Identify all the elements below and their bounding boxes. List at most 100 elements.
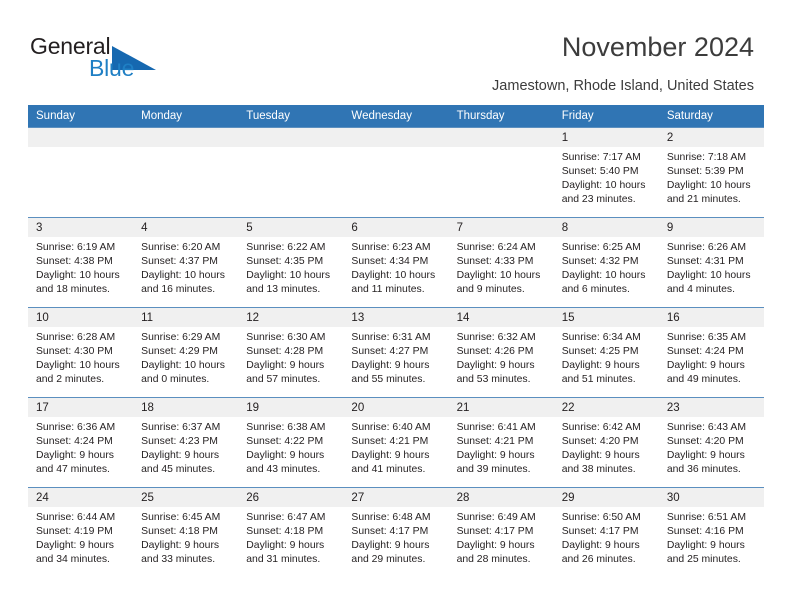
daylight-duration-line2: and 2 minutes. — [36, 374, 105, 386]
calendar-day-cell[interactable]: 8 Sunrise: 6:25 AM Sunset: 4:32 PM Daylight… — [553, 217, 659, 308]
calendar-day-cell[interactable]: 11 Sunrise: 6:29 AM Sunset: 4:29 PM Dayligh… — [133, 307, 239, 398]
sunset-time: Sunset: 4:25 PM — [561, 346, 639, 358]
daylight-duration-line1: Daylight: 10 hours — [666, 270, 751, 282]
calendar-day-cell[interactable]: 13 Sunrise: 6:31 AM Sunset: 4:27 PM Dayligh… — [343, 307, 449, 398]
calendar-day-cell[interactable]: 3 Sunrise: 6:19 AM Sunset: 4:38 PM Daylight… — [28, 217, 134, 308]
sunrise-time: Sunrise: 6:30 AM — [246, 332, 326, 343]
sunrise-time: Sunrise: 6:25 AM — [561, 242, 641, 253]
calendar-day-cell[interactable]: 15 Sunrise: 6:34 AM Sunset: 4:25 PM Dayligh… — [553, 307, 659, 398]
day-sun-info: Sunrise: 6:19 AM Sunset: 4:38 PM Daylight:… — [28, 237, 133, 297]
weekday-header-friday: Friday — [553, 105, 659, 128]
daylight-duration-line2: and 11 minutes. — [351, 284, 425, 296]
day-sun-info: Sunrise: 6:34 AM Sunset: 4:25 PM Daylight:… — [554, 327, 659, 387]
calendar-day-cell[interactable]: 9 Sunrise: 6:26 AM Sunset: 4:31 PM Daylight… — [658, 217, 764, 308]
day-number: 8 — [553, 218, 659, 237]
daylight-duration-line2: and 25 minutes. — [666, 554, 741, 566]
calendar-day-cell[interactable]: 6 Sunrise: 6:23 AM Sunset: 4:34 PM Daylight… — [343, 217, 449, 308]
calendar-body: 1 Sunrise: 7:17 AM Sunset: 5:40 PM Daylight… — [28, 127, 764, 578]
calendar-day-cell[interactable]: 12 Sunrise: 6:30 AM Sunset: 4:28 PM Dayligh… — [238, 307, 344, 398]
calendar-day-cell[interactable]: 23 Sunrise: 6:43 AM Sunset: 4:20 PM Dayligh… — [658, 397, 764, 488]
day-number: 5 — [238, 218, 344, 237]
sunset-time: Sunset: 4:22 PM — [246, 436, 324, 448]
sunset-time: Sunset: 4:21 PM — [351, 436, 429, 448]
day-sun-info: Sunrise: 6:40 AM Sunset: 4:21 PM Daylight:… — [343, 417, 448, 477]
daylight-duration-line1: Daylight: 10 hours — [246, 270, 331, 282]
day-number: 26 — [238, 488, 344, 507]
daylight-duration-line2: and 4 minutes. — [666, 284, 736, 296]
calendar-day-cell[interactable]: 28 Sunrise: 6:49 AM Sunset: 4:17 PM Dayligh… — [448, 487, 554, 578]
daylight-duration-line2: and 38 minutes. — [561, 464, 636, 476]
calendar-day-cell[interactable]: 26 Sunrise: 6:47 AM Sunset: 4:18 PM Dayligh… — [238, 487, 344, 578]
sunrise-time: Sunrise: 6:20 AM — [141, 242, 221, 253]
daylight-duration-line2: and 23 minutes. — [561, 194, 636, 206]
calendar-cell-empty — [238, 127, 344, 218]
calendar-day-cell[interactable]: 25 Sunrise: 6:45 AM Sunset: 4:18 PM Dayligh… — [133, 487, 239, 578]
calendar-day-cell[interactable]: 17 Sunrise: 6:36 AM Sunset: 4:24 PM Dayligh… — [28, 397, 134, 488]
sunset-time: Sunset: 4:28 PM — [246, 346, 324, 358]
daylight-duration-line1: Daylight: 9 hours — [456, 450, 535, 462]
calendar-day-cell[interactable]: 5 Sunrise: 6:22 AM Sunset: 4:35 PM Daylight… — [238, 217, 344, 308]
daylight-duration-line2: and 55 minutes. — [351, 374, 426, 386]
sunrise-time: Sunrise: 7:17 AM — [561, 152, 641, 163]
calendar-day-cell[interactable]: 21 Sunrise: 6:41 AM Sunset: 4:21 PM Dayligh… — [448, 397, 554, 488]
daylight-duration-line1: Daylight: 9 hours — [246, 540, 325, 552]
day-number: 9 — [658, 218, 764, 237]
calendar-day-cell[interactable]: 27 Sunrise: 6:48 AM Sunset: 4:17 PM Dayligh… — [343, 487, 449, 578]
day-number: 18 — [133, 398, 239, 417]
sunset-time: Sunset: 4:30 PM — [36, 346, 113, 358]
calendar-day-cell[interactable]: 20 Sunrise: 6:40 AM Sunset: 4:21 PM Dayligh… — [343, 397, 449, 488]
calendar-cell-empty — [343, 127, 449, 218]
calendar-day-cell[interactable]: 2 Sunrise: 7:18 AM Sunset: 5:39 PM Daylight… — [658, 127, 764, 218]
daylight-duration-line2: and 31 minutes. — [246, 554, 321, 566]
daylight-duration-line2: and 57 minutes. — [246, 374, 321, 386]
sunset-time: Sunset: 4:20 PM — [666, 436, 744, 448]
calendar-day-cell[interactable]: 30 Sunrise: 6:51 AM Sunset: 4:16 PM Dayligh… — [658, 487, 764, 578]
sunset-time: Sunset: 4:18 PM — [246, 526, 324, 538]
day-number: 20 — [343, 398, 449, 417]
daylight-duration-line1: Daylight: 9 hours — [141, 540, 220, 552]
daylight-duration-line2: and 41 minutes. — [351, 464, 426, 476]
calendar-day-cell[interactable]: 18 Sunrise: 6:37 AM Sunset: 4:23 PM Dayligh… — [133, 397, 239, 488]
calendar-cell-empty — [133, 127, 239, 218]
weekday-header-wednesday: Wednesday — [343, 105, 449, 128]
sunset-time: Sunset: 4:31 PM — [666, 256, 744, 268]
calendar-day-cell[interactable]: 19 Sunrise: 6:38 AM Sunset: 4:22 PM Dayligh… — [238, 397, 344, 488]
calendar-day-cell[interactable]: 29 Sunrise: 6:50 AM Sunset: 4:17 PM Dayligh… — [553, 487, 659, 578]
sunrise-time: Sunrise: 6:43 AM — [666, 422, 746, 433]
day-number: 15 — [553, 308, 659, 327]
sunset-time: Sunset: 4:29 PM — [141, 346, 218, 358]
daylight-duration-line1: Daylight: 9 hours — [666, 540, 745, 552]
daylight-duration-line1: Daylight: 10 hours — [351, 270, 436, 282]
day-number: 29 — [553, 488, 659, 507]
brand-logo[interactable]: General Blue — [30, 33, 250, 85]
daylight-duration-line2: and 47 minutes. — [36, 464, 110, 476]
calendar-day-cell[interactable]: 7 Sunrise: 6:24 AM Sunset: 4:33 PM Daylight… — [448, 217, 554, 308]
calendar-day-cell[interactable]: 16 Sunrise: 6:35 AM Sunset: 4:24 PM Dayligh… — [658, 307, 764, 398]
day-sun-info: Sunrise: 6:44 AM Sunset: 4:19 PM Daylight:… — [28, 507, 133, 567]
day-sun-info: Sunrise: 6:37 AM Sunset: 4:23 PM Daylight:… — [133, 417, 238, 477]
day-number: 11 — [133, 308, 239, 327]
weekday-header-row: Sunday Monday Tuesday Wednesday Thursday… — [28, 105, 764, 128]
sunset-time: Sunset: 4:26 PM — [456, 346, 534, 358]
day-sun-info: Sunrise: 6:47 AM Sunset: 4:18 PM Daylight:… — [238, 507, 343, 567]
sunset-time: Sunset: 4:35 PM — [246, 256, 324, 268]
calendar-day-cell[interactable]: 24 Sunrise: 6:44 AM Sunset: 4:19 PM Dayligh… — [28, 487, 134, 578]
sunrise-time: Sunrise: 6:49 AM — [456, 512, 536, 523]
day-number: 12 — [238, 308, 344, 327]
daylight-duration-line2: and 13 minutes. — [246, 284, 321, 296]
calendar-day-cell[interactable]: 1 Sunrise: 7:17 AM Sunset: 5:40 PM Daylight… — [553, 127, 659, 218]
daylight-duration-line1: Daylight: 9 hours — [456, 360, 535, 372]
day-sun-info: Sunrise: 6:35 AM Sunset: 4:24 PM Daylight:… — [659, 327, 764, 387]
day-sun-info: Sunrise: 6:51 AM Sunset: 4:16 PM Daylight:… — [659, 507, 764, 567]
day-sun-info: Sunrise: 7:18 AM Sunset: 5:39 PM Daylight:… — [659, 147, 764, 207]
calendar-day-cell[interactable]: 4 Sunrise: 6:20 AM Sunset: 4:37 PM Daylight… — [133, 217, 239, 308]
calendar-day-cell[interactable]: 10 Sunrise: 6:28 AM Sunset: 4:30 PM Dayligh… — [28, 307, 134, 398]
daylight-duration-line1: Daylight: 10 hours — [456, 270, 541, 282]
calendar-day-cell[interactable]: 14 Sunrise: 6:32 AM Sunset: 4:26 PM Dayligh… — [448, 307, 554, 398]
daylight-duration-line1: Daylight: 9 hours — [561, 450, 640, 462]
day-sun-info: Sunrise: 6:48 AM Sunset: 4:17 PM Daylight:… — [343, 507, 448, 567]
day-number: 16 — [658, 308, 764, 327]
sunset-time: Sunset: 4:34 PM — [351, 256, 429, 268]
calendar-day-cell[interactable]: 22 Sunrise: 6:42 AM Sunset: 4:20 PM Dayligh… — [553, 397, 659, 488]
calendar-cell-empty — [28, 127, 134, 218]
